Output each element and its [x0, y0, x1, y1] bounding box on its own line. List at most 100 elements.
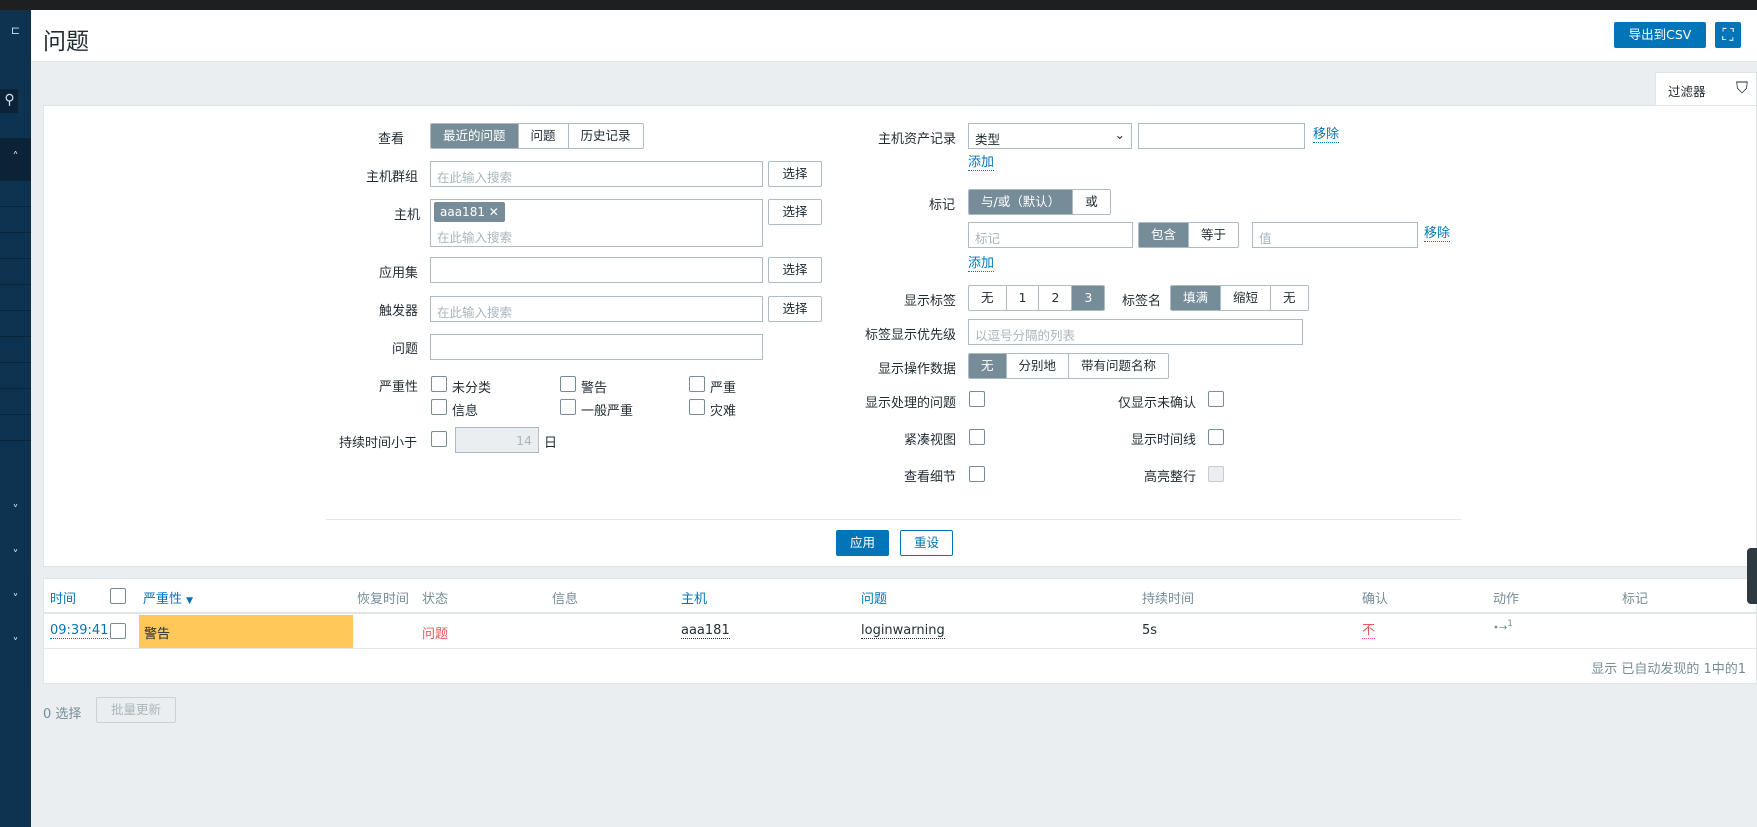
tag-name-none[interactable]: 无 — [1271, 286, 1308, 310]
applications-input[interactable] — [430, 257, 763, 283]
show-suppressed-checkbox[interactable] — [969, 391, 985, 407]
row-time-link[interactable]: 09:39:41 — [50, 623, 109, 639]
row-ack-link[interactable]: 不 — [1362, 623, 1376, 639]
severity-checkbox-not-classified[interactable] — [431, 376, 447, 392]
show-opdata-separately[interactable]: 分别地 — [1007, 354, 1070, 378]
sidebar-subitem[interactable] — [0, 206, 31, 232]
tags-label: 标记 — [929, 198, 956, 213]
tag-name-full[interactable]: 填满 — [1171, 286, 1222, 310]
severity-checkbox-warning[interactable] — [560, 376, 576, 392]
tag-operator-contains[interactable]: 包含 — [1139, 223, 1190, 247]
severity-checkbox-disaster[interactable] — [689, 399, 705, 415]
row-host-link[interactable]: aaa181 — [681, 623, 730, 639]
show-details-checkbox[interactable] — [969, 466, 985, 482]
tag-add-link[interactable]: 添加 — [968, 256, 995, 272]
chevron-down-icon[interactable]: ˅ — [0, 592, 31, 606]
inventory-value-input[interactable] — [1138, 123, 1305, 149]
sidebar-subitem[interactable] — [0, 388, 31, 414]
page-title: 问题 — [43, 29, 89, 55]
problem-input[interactable] — [430, 334, 763, 360]
tag-operator-equals[interactable]: 等于 — [1189, 223, 1238, 247]
sidebar-subitem[interactable] — [0, 180, 31, 206]
column-host[interactable]: 主机 — [681, 588, 707, 607]
unacknowledged-checkbox[interactable] — [1208, 391, 1224, 407]
close-icon[interactable]: ✕ — [489, 205, 499, 219]
view-option-problems[interactable]: 问题 — [519, 124, 569, 148]
view-option-history[interactable]: 历史记录 — [569, 124, 643, 148]
row-problem-link[interactable]: loginwarning — [861, 623, 945, 639]
mass-update-button: 批量更新 — [96, 697, 176, 723]
tag-name-short[interactable]: 缩短 — [1221, 286, 1272, 310]
show-tags-2[interactable]: 2 — [1039, 286, 1073, 310]
inventory-field-select[interactable]: 类型 ⌄ — [968, 123, 1132, 149]
age-days-input[interactable]: 14 — [455, 427, 539, 453]
table-footer: 显示 已自动发现的 1中的1 — [1591, 662, 1746, 677]
show-opdata-none[interactable]: 无 — [969, 354, 1007, 378]
row-actions[interactable]: •→1 — [1493, 619, 1513, 633]
row-select-checkbox[interactable] — [110, 623, 126, 639]
sidebar-subitem[interactable] — [0, 258, 31, 284]
show-tags-3[interactable]: 3 — [1072, 286, 1105, 310]
scrollbar-handle[interactable] — [1747, 548, 1757, 604]
host-chip: aaa181 ✕ — [434, 202, 505, 222]
chevron-down-icon[interactable]: ˅ — [0, 548, 31, 562]
compact-view-checkbox[interactable] — [969, 429, 985, 445]
age-unit: 日 — [544, 436, 558, 451]
compact-view-label: 紧凑视图 — [904, 433, 957, 448]
host-groups-select-button[interactable]: 选择 — [768, 161, 822, 187]
chevron-down-icon[interactable]: ˅ — [0, 503, 31, 517]
sidebar-subitem[interactable] — [0, 232, 31, 258]
tags-eval-or[interactable]: 或 — [1073, 190, 1110, 214]
tab-filter[interactable]: 过滤器 ⛉ — [1655, 72, 1757, 106]
severity-checkbox-high[interactable] — [689, 376, 705, 392]
inventory-add-link[interactable]: 添加 — [968, 155, 995, 171]
column-problem[interactable]: 问题 — [861, 588, 887, 607]
show-tags-label: 显示标签 — [904, 294, 957, 309]
severity-checkbox-average[interactable] — [560, 399, 576, 415]
sidebar-subitem[interactable] — [0, 284, 31, 310]
column-time[interactable]: 时间 — [50, 588, 76, 607]
tags-eval-and-or[interactable]: 与/或（默认） — [969, 190, 1074, 214]
show-tags-1[interactable]: 1 — [1007, 286, 1040, 310]
show-opdata-switch: 无 分别地 带有问题名称 — [968, 353, 1170, 379]
sidebar-subitem[interactable] — [0, 414, 31, 440]
select-all-checkbox[interactable] — [110, 588, 126, 604]
chevron-down-icon[interactable]: ˅ — [0, 636, 31, 650]
view-option-recent[interactable]: 最近的问题 — [431, 124, 519, 148]
column-info: 信息 — [552, 592, 579, 607]
triggers-input[interactable]: 在此输入搜索 — [430, 296, 763, 322]
view-switch: 最近的问题 问题 历史记录 — [430, 123, 644, 149]
show-tags-none[interactable]: 无 — [969, 286, 1007, 310]
chevron-down-icon: ⌄ — [1114, 127, 1125, 142]
problems-table: 时间 严重性 ▼ 恢复时间 状态 信息 主机 问题 持续时间 确认 动作 标记 … — [43, 578, 1757, 684]
sidebar-subitem[interactable] — [0, 440, 31, 492]
highlight-row-checkbox — [1208, 466, 1224, 482]
sidebar-subitem[interactable] — [0, 362, 31, 388]
reset-button[interactable]: 重设 — [900, 530, 953, 556]
tag-remove-link[interactable]: 移除 — [1424, 226, 1451, 242]
show-opdata-with-name[interactable]: 带有问题名称 — [1069, 354, 1168, 378]
search-icon[interactable]: ⚲ — [0, 92, 25, 108]
browser-top-strip — [0, 0, 1757, 10]
actions-count: 1 — [1507, 619, 1514, 629]
applications-select-button[interactable]: 选择 — [768, 257, 822, 283]
apply-button[interactable]: 应用 — [836, 530, 889, 556]
show-timeline-checkbox[interactable] — [1208, 429, 1224, 445]
host-groups-input[interactable]: 在此输入搜索 — [430, 161, 763, 187]
tag-name-input[interactable]: 标记 — [968, 222, 1133, 248]
tag-priority-input[interactable]: 以逗号分隔的列表 — [968, 319, 1303, 345]
column-recovery-time: 恢复时间 — [357, 592, 410, 607]
severity-checkbox-information[interactable] — [431, 399, 447, 415]
inventory-remove-link[interactable]: 移除 — [1313, 127, 1340, 143]
export-csv-button[interactable]: 导出到CSV — [1614, 22, 1706, 48]
hosts-select-button[interactable]: 选择 — [768, 199, 822, 225]
sidebar-collapse-icon[interactable]: ⊏ — [0, 24, 31, 37]
triggers-select-button[interactable]: 选择 — [768, 296, 822, 322]
tag-value-input[interactable]: 值 — [1252, 222, 1418, 248]
sidebar-subitem[interactable] — [0, 310, 31, 336]
fullscreen-icon[interactable]: ⛶ — [1715, 22, 1741, 48]
column-severity[interactable]: 严重性 ▼ — [143, 588, 193, 607]
sidebar-subitem[interactable] — [0, 336, 31, 362]
age-checkbox[interactable] — [431, 431, 447, 447]
severity-option: 一般严重 — [581, 404, 634, 419]
